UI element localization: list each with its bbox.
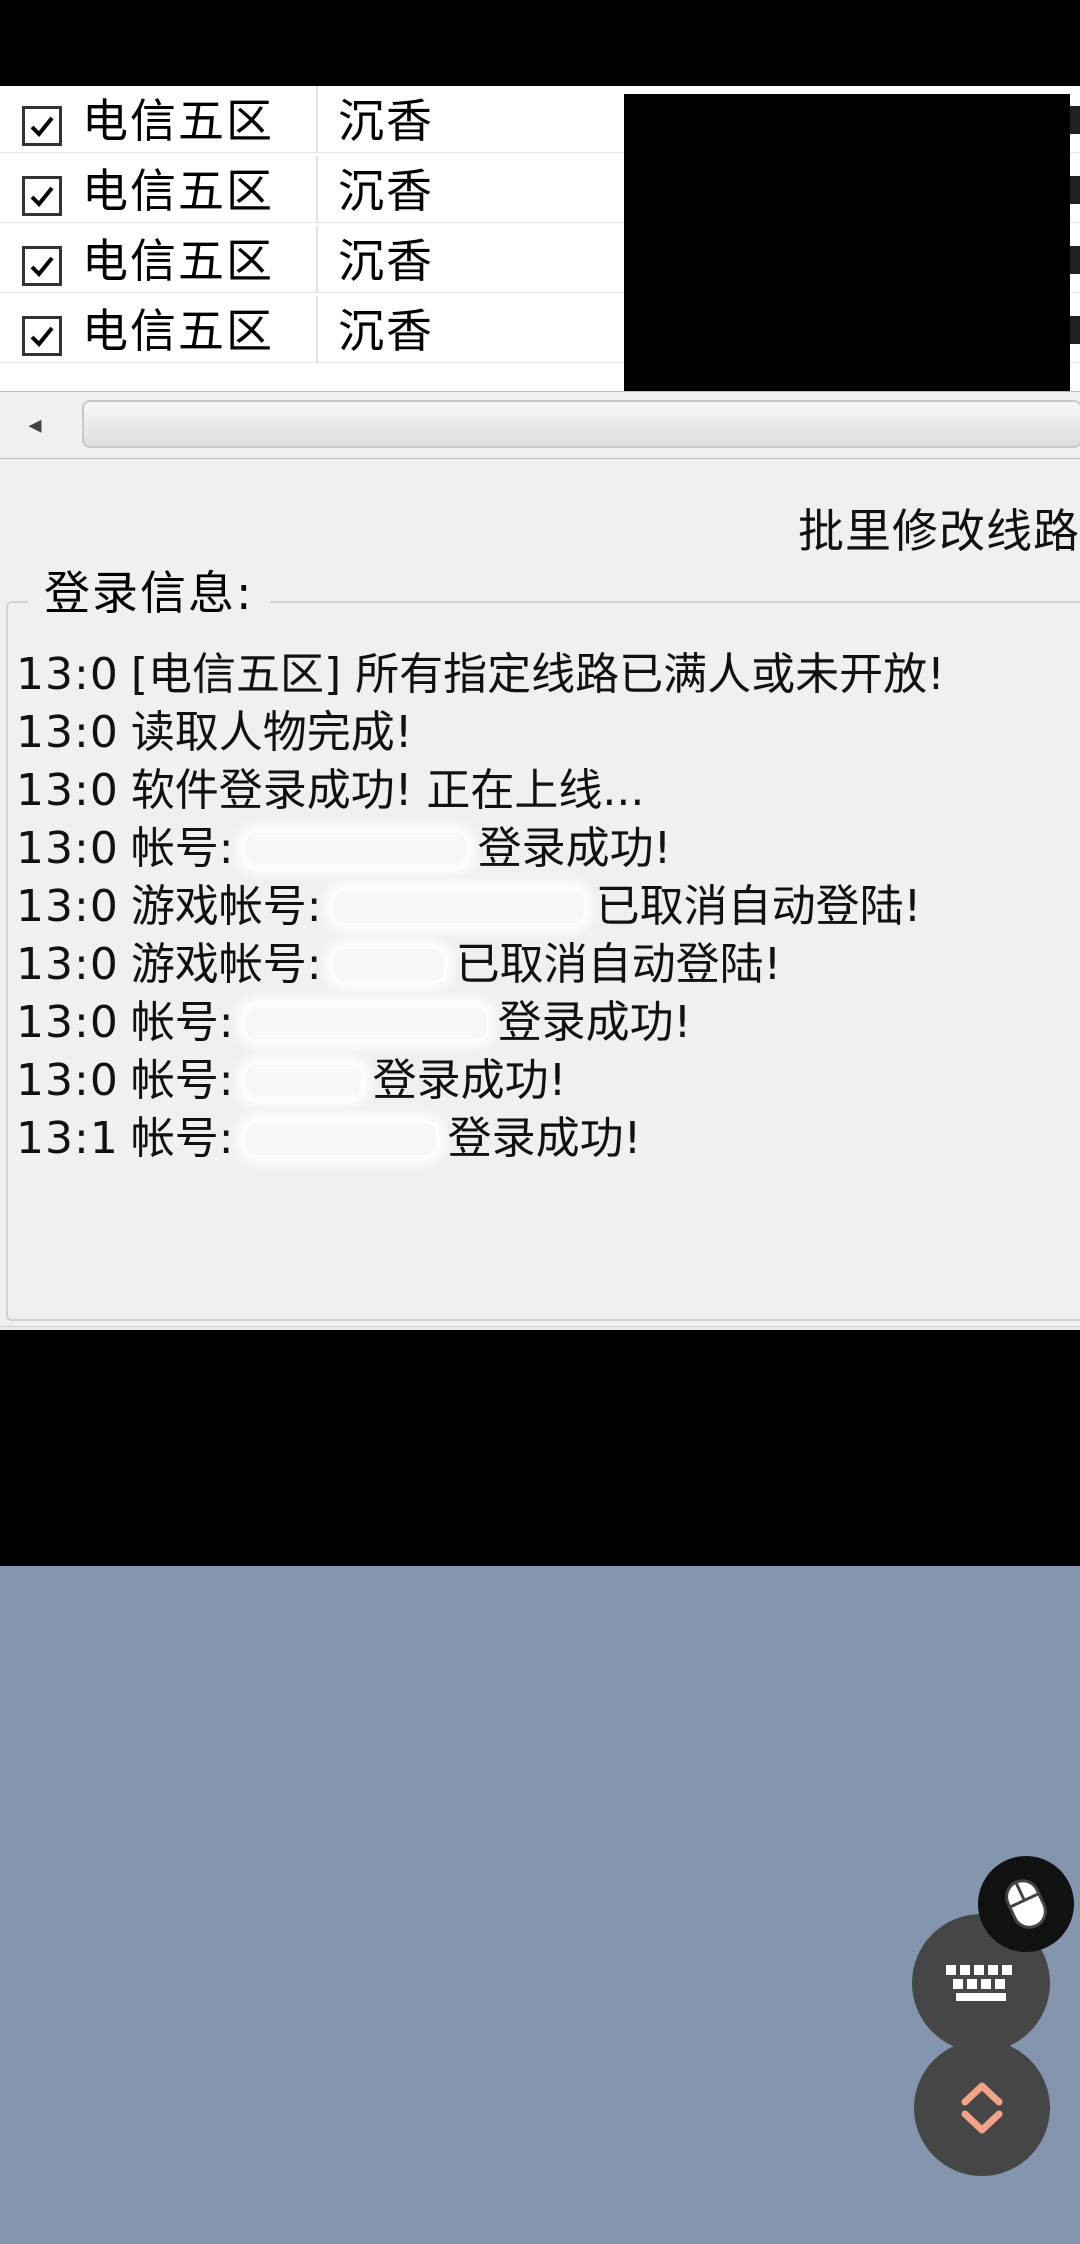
log-prefix: 帐号: — [130, 997, 234, 1048]
row-checkbox[interactable] — [22, 176, 62, 216]
remote-app-window: 电信五区 沉香 电信五区 沉香 电信五区 沉香 电信五区 沉香 ◂ 批里修改线路… — [0, 86, 1080, 1345]
checkmark-icon — [30, 326, 54, 347]
line-cell: 沉香 — [338, 234, 434, 288]
checkmark-icon — [30, 186, 54, 207]
log-time: 13:0 — [16, 1055, 119, 1106]
row-checkbox[interactable] — [22, 246, 62, 286]
log-suffix: 登录成功! — [447, 1113, 642, 1164]
redacted-account — [245, 1123, 436, 1155]
log-entry: 13:0 软件登录成功! 正在上线... — [16, 762, 1076, 820]
log-time: 13:0 — [16, 823, 119, 874]
chevrons-up-down-icon — [961, 2082, 1003, 2134]
log-entry: 13:0 帐号: 登录成功! — [16, 994, 1076, 1052]
log-text: 读取人物完成! — [130, 707, 413, 758]
log-prefix: 游戏帐号: — [130, 881, 322, 932]
log-entry: 13:0 读取人物完成! — [16, 704, 1076, 762]
clipped-column-edge — [1070, 106, 1080, 366]
log-prefix: 帐号: — [130, 1113, 234, 1164]
log-suffix: 登录成功! — [477, 823, 672, 874]
log-time: 13:0 — [16, 939, 119, 990]
row-checkbox[interactable] — [22, 106, 62, 146]
redacted-account — [245, 1065, 361, 1097]
line-cell: 沉香 — [338, 164, 434, 218]
line-cell: 沉香 — [338, 94, 434, 148]
scroll-toggle-button[interactable] — [914, 2040, 1050, 2176]
login-log: 13:0 [电信五区] 所有指定线路已满人或未开放! 13:0 读取人物完成! … — [16, 646, 1076, 1168]
log-suffix: 已取消自动登陆! — [595, 881, 922, 932]
log-entry: 13:0 帐号: 登录成功! — [16, 820, 1076, 878]
log-time: 13:1 — [16, 1113, 119, 1164]
redacted-account — [333, 891, 584, 923]
log-time: 13:0 — [16, 707, 119, 758]
middle-black-area — [0, 1330, 1080, 1566]
remote-desktop-background — [0, 1566, 1080, 2244]
checkmark-icon — [30, 116, 54, 137]
log-prefix: 帐号: — [130, 1055, 234, 1106]
log-suffix: 登录成功! — [372, 1055, 567, 1106]
log-text: 软件登录成功! 正在上线... — [130, 765, 645, 816]
log-entry: 13:1 帐号: 登录成功! — [16, 1110, 1076, 1168]
log-time: 13:0 — [16, 649, 119, 700]
log-text: [电信五区] 所有指定线路已满人或未开放! — [130, 649, 945, 700]
column-separator — [316, 156, 318, 222]
log-time: 13:0 — [16, 765, 119, 816]
log-suffix: 已取消自动登陆! — [455, 939, 782, 990]
horizontal-scrollbar[interactable]: ◂ — [0, 391, 1080, 459]
mouse-icon — [1005, 1879, 1047, 1929]
zone-cell: 电信五区 — [82, 164, 274, 218]
batch-modify-lines-button[interactable]: 批里修改线路 — [798, 504, 1080, 558]
scroll-left-arrow-icon[interactable]: ◂ — [10, 400, 60, 450]
zone-cell: 电信五区 — [82, 234, 274, 288]
log-prefix: 游戏帐号: — [130, 939, 322, 990]
row-checkbox[interactable] — [22, 316, 62, 356]
top-black-bar — [0, 0, 1080, 86]
column-separator — [316, 226, 318, 292]
column-separator — [316, 86, 318, 152]
log-entry: 13:0 游戏帐号: 已取消自动登陆! — [16, 936, 1076, 994]
zone-cell: 电信五区 — [82, 304, 274, 358]
log-suffix: 登录成功! — [497, 997, 692, 1048]
log-time: 13:0 — [16, 881, 119, 932]
redacted-account — [333, 949, 444, 981]
log-entry: 13:0 [电信五区] 所有指定线路已满人或未开放! — [16, 646, 1076, 704]
column-separator — [316, 296, 318, 362]
keyboard-icon — [946, 1965, 1012, 2001]
login-info-legend: 登录信息: — [28, 563, 270, 623]
scrollbar-thumb[interactable] — [82, 400, 1080, 448]
zone-cell: 电信五区 — [82, 94, 274, 148]
checkmark-icon — [30, 256, 54, 277]
server-line-list[interactable]: 电信五区 沉香 电信五区 沉香 电信五区 沉香 电信五区 沉香 — [0, 86, 1080, 391]
line-cell: 沉香 — [338, 304, 434, 358]
redacted-account — [245, 1007, 486, 1039]
log-entry: 13:0 帐号: 登录成功! — [16, 1052, 1076, 1110]
log-prefix: 帐号: — [130, 823, 234, 874]
redacted-account — [245, 833, 466, 865]
redacted-area — [624, 94, 1070, 391]
log-entry: 13:0 游戏帐号: 已取消自动登陆! — [16, 878, 1076, 936]
mouse-button[interactable] — [978, 1856, 1074, 1952]
log-time: 13:0 — [16, 997, 119, 1048]
